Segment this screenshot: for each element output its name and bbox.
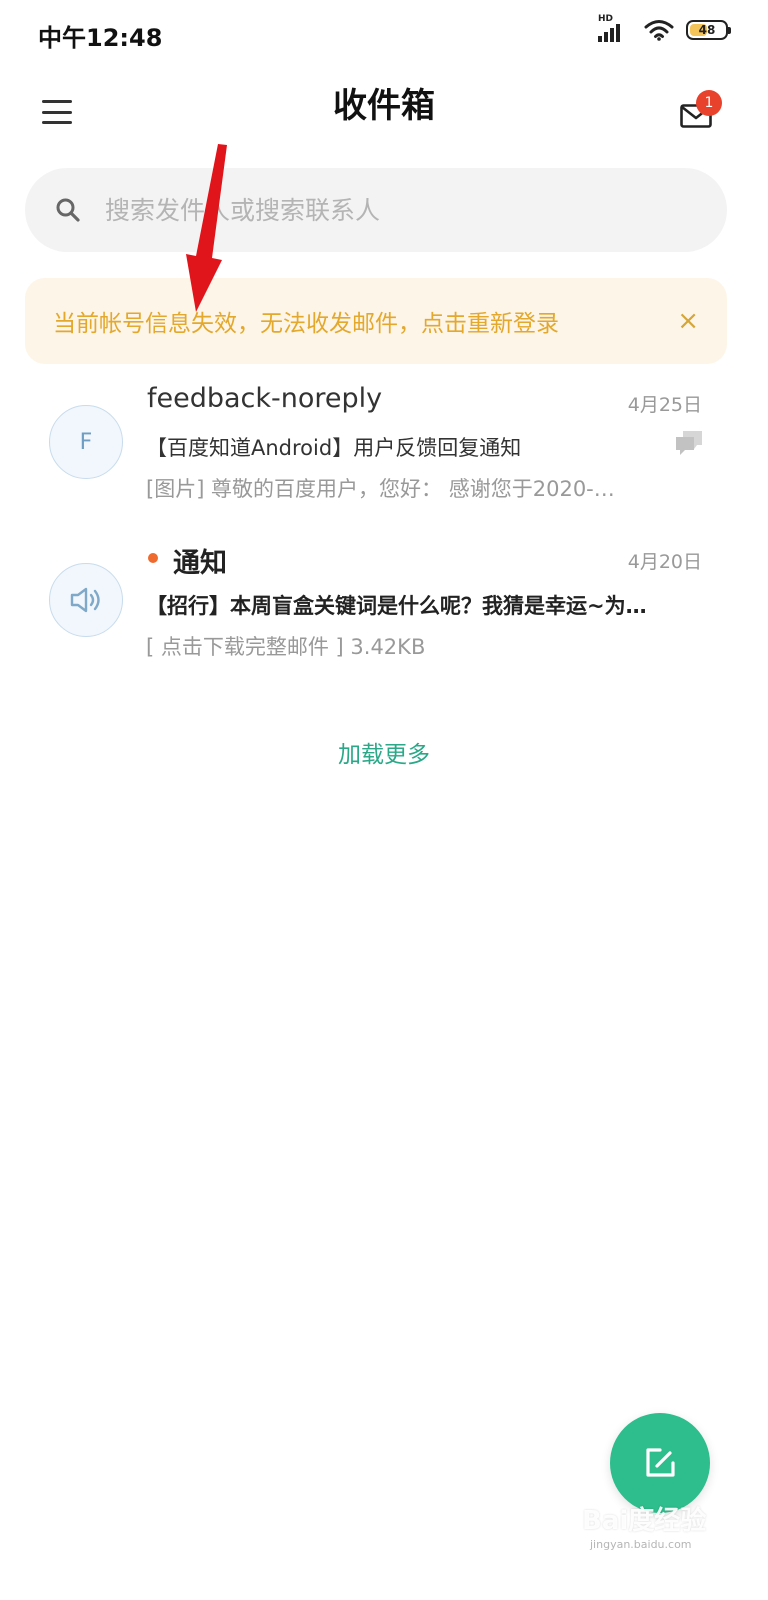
watermark-url: jingyan.baidu.com (590, 1538, 692, 1551)
mail-date: 4月25日 (627, 394, 702, 416)
mail-badge: 1 (696, 90, 722, 116)
page-title: 收件箱 (333, 86, 435, 126)
load-more-link[interactable]: 加载更多 (0, 735, 768, 769)
compose-button[interactable] (610, 1413, 710, 1513)
battery-icon: 48 (686, 20, 731, 40)
mail-sender: 通知 (173, 548, 227, 579)
status-icons: HD 48 (598, 14, 731, 42)
battery-level: 48 (698, 23, 716, 37)
speaker-icon (70, 587, 100, 613)
mail-subject: 【百度知道Android】用户反馈回复通知 (146, 436, 522, 460)
network-type-label: HD (598, 14, 614, 24)
relogin-banner[interactable]: 当前帐号信息失效，无法收发邮件，点击重新登录 × (25, 278, 727, 364)
unread-dot (148, 553, 158, 563)
cellular-signal-icon: HD (598, 14, 632, 42)
compose-icon (646, 1448, 675, 1477)
banner-text[interactable]: 当前帐号信息失效，无法收发邮件，点击重新登录 (53, 304, 669, 338)
mail-sender: feedback-noreply (147, 383, 383, 414)
red-arrow-annotation (186, 144, 227, 312)
mail-date: 4月20日 (627, 551, 702, 573)
watermark-logo: Bai度经验 (582, 1506, 707, 1536)
status-time: 中午12:48 (38, 24, 163, 52)
search-icon (56, 198, 80, 222)
sender-avatar: F (49, 405, 123, 479)
search-bar[interactable] (25, 168, 727, 252)
mail-subject: 【招行】本周盲盒关键词是什么呢？我猜是幸运~为… (146, 594, 647, 618)
thread-icon (676, 431, 702, 455)
notification-avatar (49, 563, 123, 637)
mail-list-item[interactable]: F feedback-noreply 4月25日 【百度知道Android】用户… (0, 375, 768, 525)
mail-preview: [ 点击下载完整邮件 ] 3.42KB (146, 635, 426, 659)
wifi-icon (644, 20, 674, 41)
close-icon[interactable]: × (669, 306, 699, 336)
mail-preview: [图片] 尊敬的百度用户，您好： 感谢您于2020-… (146, 477, 615, 501)
mail-notification-button[interactable]: 1 (680, 90, 722, 128)
mail-list-item[interactable]: 通知 4月20日 【招行】本周盲盒关键词是什么呢？我猜是幸运~为… [ 点击下载… (0, 535, 768, 685)
